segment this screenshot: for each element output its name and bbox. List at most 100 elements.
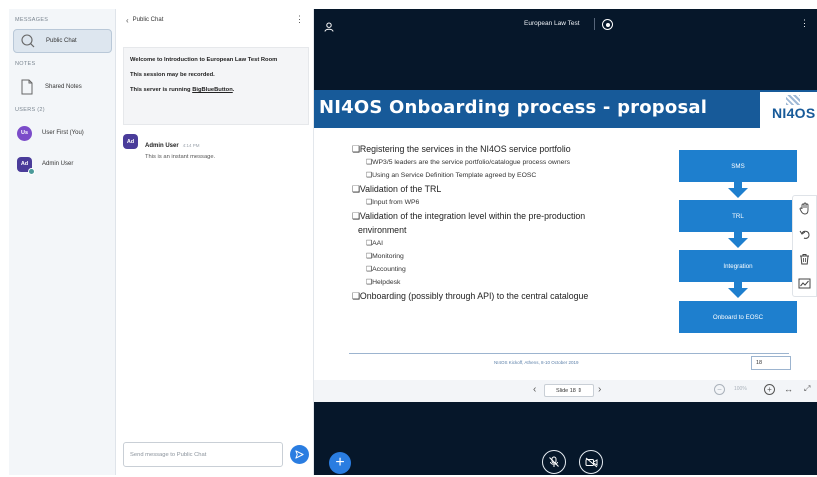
avatar: Ad — [17, 156, 35, 175]
zoom-in-button[interactable]: + — [764, 384, 775, 395]
server-notice: This server is running BigBlueButton. — [130, 86, 302, 94]
zoom-level[interactable]: 100% — [734, 386, 747, 392]
slide-footer: NI4OS Kickoff, Athens, 8-10 October 2019 — [494, 360, 579, 365]
slide-select[interactable]: Slide 18 ⇕ — [544, 384, 594, 397]
record-icon[interactable] — [602, 19, 613, 30]
user-name: User First (You) — [42, 130, 84, 136]
avatar: Ad — [123, 134, 138, 149]
notes-section-title: NOTES — [15, 61, 36, 67]
bullet-item: ❑Monitoring — [366, 253, 404, 260]
bullet-item: ❑Helpdesk — [366, 279, 401, 286]
fullscreen-icon[interactable]: ⤢ — [804, 384, 810, 394]
slide-header: NI4OS Onboarding process - proposal — [314, 90, 817, 128]
bullet-text: Onboarding (possibly through API) to the… — [359, 291, 589, 301]
presentation-slide: NI4OS Onboarding process - proposal NI4O… — [314, 90, 817, 380]
ni4os-logo: NI4OS — [760, 92, 817, 128]
slide-bullets: ❑Registering the services in the NI4OS s… — [352, 142, 672, 303]
bullet-text: Input from WP6 — [372, 199, 420, 206]
flow-box-trl: TRL — [679, 200, 797, 232]
bullet-item: ❑Using an Service Definition Template ag… — [366, 172, 537, 179]
undo-icon[interactable] — [793, 221, 816, 246]
message-sender: Admin User — [145, 143, 179, 149]
bullet-item: ❑WP3/5 leaders are the service portfolio… — [366, 159, 571, 166]
zoom-out-button[interactable]: − — [714, 384, 725, 395]
server-notice-end: . — [232, 87, 235, 93]
fit-to-width-icon[interactable]: ↔ — [784, 384, 793, 394]
bullet-text: Using an Service Definition Template agr… — [372, 172, 537, 179]
mic-off-button[interactable] — [542, 450, 566, 474]
video-off-icon — [585, 457, 597, 467]
public-chat-label: Public Chat — [46, 38, 77, 44]
bullet-item: ❑Registering the services in the NI4OS s… — [352, 144, 571, 154]
video-off-button[interactable] — [579, 450, 603, 474]
user-item-you[interactable]: Us User First (You) — [13, 122, 113, 144]
user-name: Admin User — [42, 161, 74, 167]
arrow-down-icon — [728, 188, 748, 198]
more-options-icon[interactable]: ⋮ — [800, 18, 809, 29]
slide-heading: NI4OS Onboarding process - proposal — [319, 97, 708, 118]
bullet-text: Validation of the TRL — [359, 184, 442, 194]
sidebar-item-public-chat[interactable]: Public Chat — [13, 29, 112, 53]
chat-header: ‹ Public Chat ⋮ — [116, 9, 314, 31]
logo-text: NI4OS — [772, 105, 816, 121]
bullet-text: Registering the services in the NI4OS se… — [359, 144, 571, 154]
presentation-area: European Law Test ⋮ NI4OS Onboarding pro… — [314, 9, 817, 475]
bullet-item: ❑Accounting — [366, 266, 406, 273]
previous-slide-button[interactable]: ‹ — [533, 384, 536, 395]
flow-box-onboard: Onboard to EOSC — [679, 301, 797, 333]
bullet-item: ❑Validation of the TRL — [352, 184, 442, 194]
recording-notice: This session may be recorded. — [130, 72, 215, 78]
user-list-panel: MESSAGES Public Chat NOTES Shared Notes … — [9, 9, 116, 475]
avatar-initials: Ad — [20, 161, 29, 167]
whiteboard-toolbar — [792, 195, 817, 297]
slide-page-number: 18 — [751, 356, 791, 370]
notes-icon — [17, 77, 37, 97]
top-bar: European Law Test ⋮ — [314, 9, 817, 41]
users-section-title: USERS (2) — [15, 107, 45, 113]
avatar: Us — [17, 125, 32, 141]
message-time: 4:14 PM — [182, 143, 200, 148]
chat-message-input[interactable]: Send message to Public Chat — [123, 442, 283, 467]
chevron-left-icon[interactable]: ‹ — [126, 16, 129, 25]
bullet-continuation: environment — [358, 225, 407, 235]
bullet-text: Helpdesk — [372, 279, 401, 286]
footer-divider — [349, 353, 789, 354]
send-icon — [295, 450, 304, 459]
bullet-text: AAI — [372, 240, 384, 247]
user-icon[interactable] — [324, 19, 334, 37]
divider — [594, 18, 595, 30]
bigbluebutton-link[interactable]: BigBlueButton — [192, 87, 233, 93]
bullet-text: Accounting — [372, 266, 406, 273]
bullet-item: ❑AAI — [366, 240, 384, 247]
logo-pattern — [786, 95, 800, 105]
meeting-title: European Law Test — [524, 20, 580, 27]
welcome-line: Welcome to Introduction to European Law … — [130, 57, 278, 63]
message-text: This is an instant message. — [145, 154, 216, 160]
shared-notes-label: Shared Notes — [45, 84, 82, 90]
send-button[interactable] — [290, 445, 309, 464]
bullet-item: ❑Validation of the integration level wit… — [352, 211, 586, 221]
hand-icon[interactable] — [793, 196, 816, 221]
flow-box-integration: Integration — [679, 250, 797, 282]
slide-select-value: Slide 18 — [555, 387, 576, 394]
chat-panel: ‹ Public Chat ⋮ Welcome to Introduction … — [116, 9, 314, 475]
server-notice-text: This server is running — [130, 87, 193, 93]
mic-off-icon — [549, 456, 559, 467]
user-item-admin[interactable]: Ad Admin User — [13, 153, 113, 175]
bullet-text: Validation of the integration level with… — [359, 211, 586, 221]
multi-user-whiteboard-icon[interactable] — [793, 271, 816, 296]
bullet-item: ❑Input from WP6 — [366, 199, 420, 206]
slide-navigation-bar: ‹ Slide 18 ⇕ › − 100% + ↔ ⤢ — [314, 380, 817, 402]
flow-box-sms: SMS — [679, 150, 797, 182]
welcome-message: Welcome to Introduction to European Law … — [123, 47, 309, 125]
moderator-badge-icon — [28, 167, 35, 175]
arrow-down-icon — [728, 238, 748, 248]
bullet-text: WP3/5 leaders are the service portfolio/… — [372, 159, 571, 166]
chat-options-icon[interactable]: ⋮ — [295, 14, 304, 25]
actions-button[interactable]: + — [329, 452, 351, 474]
chat-title[interactable]: Public Chat — [133, 17, 164, 23]
next-slide-button[interactable]: › — [598, 384, 601, 395]
sidebar-item-shared-notes[interactable]: Shared Notes — [13, 75, 112, 99]
trash-icon[interactable] — [793, 246, 816, 271]
arrow-down-icon — [728, 288, 748, 298]
